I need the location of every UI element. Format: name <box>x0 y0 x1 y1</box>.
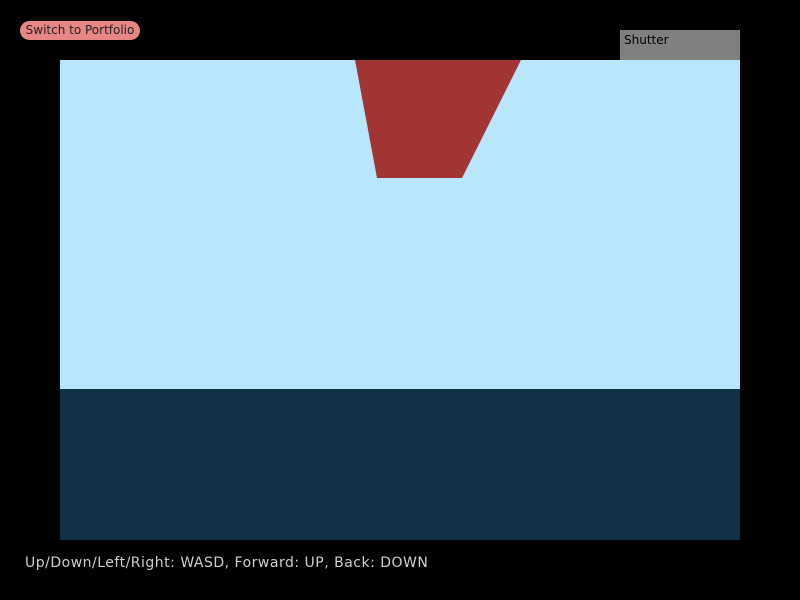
shutter-button[interactable]: Shutter <box>620 30 740 60</box>
scene-canvas <box>60 60 740 540</box>
ground <box>60 389 740 540</box>
switch-to-portfolio-button[interactable]: Switch to Portfolio <box>20 21 140 40</box>
game-viewport[interactable] <box>60 60 740 540</box>
controls-hint: Up/Down/Left/Right: WASD, Forward: UP, B… <box>25 555 429 571</box>
app-root: Switch to Portfolio Shutter Up/Down/Left… <box>0 0 800 600</box>
